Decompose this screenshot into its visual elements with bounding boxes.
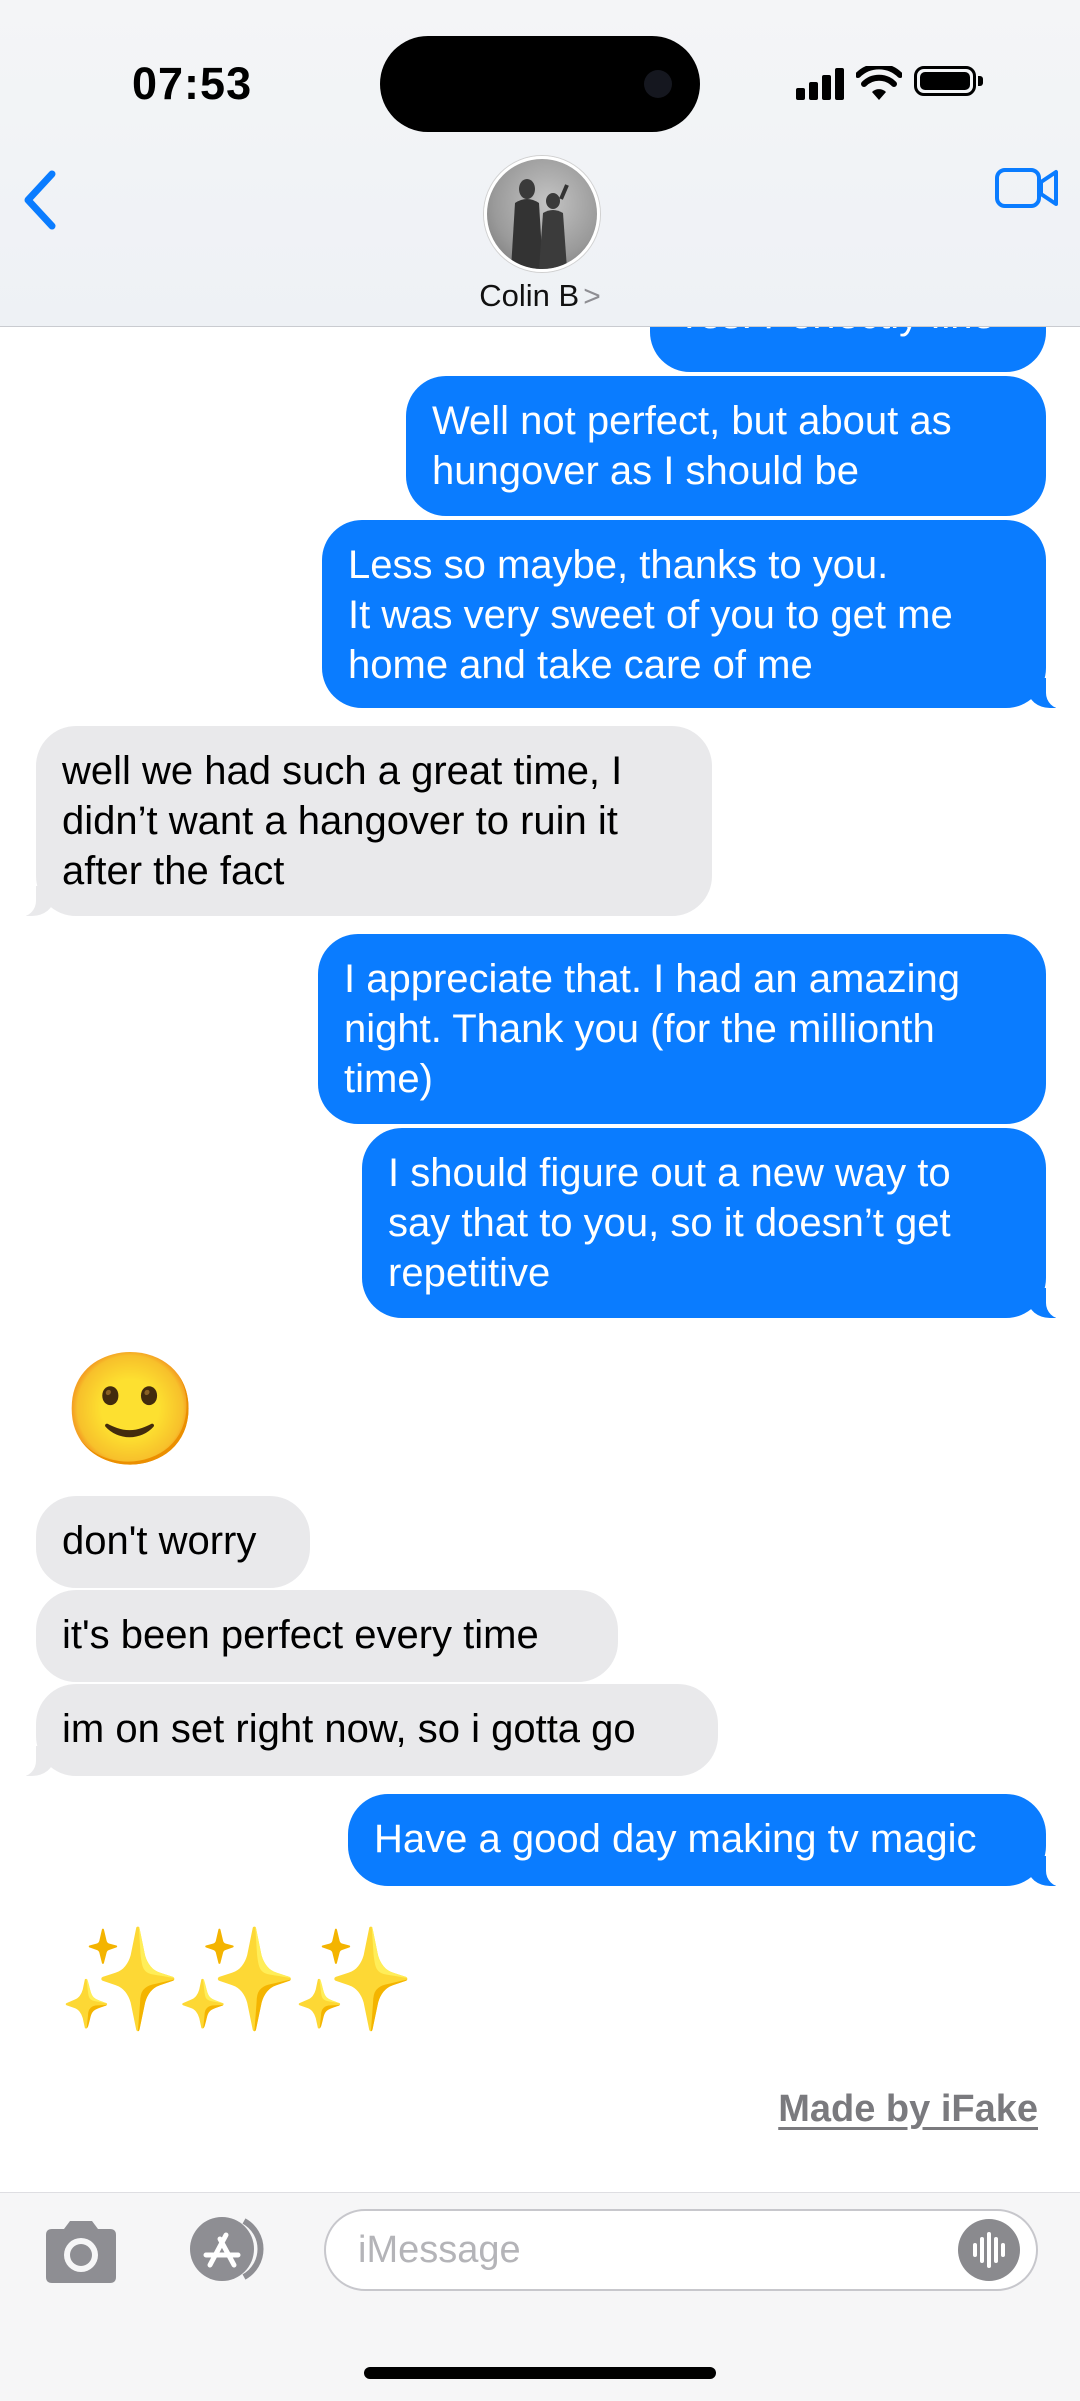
back-chevron-icon[interactable] bbox=[18, 168, 62, 232]
emoji-message[interactable]: ✨✨✨ bbox=[58, 1920, 416, 2040]
status-time: 07:53 bbox=[132, 58, 253, 109]
message-sent[interactable]: Have a good day making tv magic bbox=[348, 1794, 1068, 1887]
camera-icon[interactable] bbox=[40, 2219, 122, 2285]
emoji-message[interactable]: 🙂 bbox=[62, 1350, 199, 1470]
dynamic-island bbox=[380, 36, 700, 132]
app-store-icon[interactable] bbox=[176, 2213, 272, 2285]
message-received[interactable]: it's been perfect every time bbox=[36, 1590, 618, 1682]
front-camera bbox=[644, 70, 672, 98]
message-sent[interactable]: Less so maybe, thanks to you. It was ver… bbox=[322, 520, 1068, 709]
message-received[interactable]: don't worry bbox=[36, 1496, 310, 1588]
message-received[interactable]: im on set right now, so i gotta go bbox=[14, 1684, 718, 1777]
message-sent[interactable]: I appreciate that. I had an amazing nigh… bbox=[318, 934, 1046, 1124]
conversation-header: 07:53 Colin B > bbox=[0, 0, 1080, 327]
battery-icon bbox=[914, 66, 983, 96]
home-indicator[interactable] bbox=[364, 2367, 716, 2379]
chevron-right-icon: > bbox=[583, 280, 601, 313]
message-received[interactable]: well we had such a great time, I didn’t … bbox=[14, 726, 712, 917]
message-sent[interactable]: I should figure out a new way to say tha… bbox=[362, 1128, 1068, 1319]
cellular-signal-icon bbox=[796, 64, 846, 100]
contact-name: Colin B bbox=[479, 278, 580, 313]
facetime-video-icon[interactable] bbox=[994, 166, 1060, 210]
dictation-waveform-icon[interactable] bbox=[958, 2219, 1020, 2281]
message-sent[interactable]: Well not perfect, but about as hungover … bbox=[406, 376, 1046, 516]
contact-name-button[interactable]: Colin B > bbox=[0, 278, 1080, 314]
message-thread[interactable]: Yes. Perfectly fine Well not perfect, bu… bbox=[0, 0, 1080, 2400]
watermark-link[interactable]: Made by iFake bbox=[778, 2088, 1038, 2131]
wifi-icon bbox=[856, 66, 902, 100]
message-input[interactable] bbox=[324, 2209, 1038, 2291]
contact-avatar[interactable] bbox=[484, 156, 600, 272]
